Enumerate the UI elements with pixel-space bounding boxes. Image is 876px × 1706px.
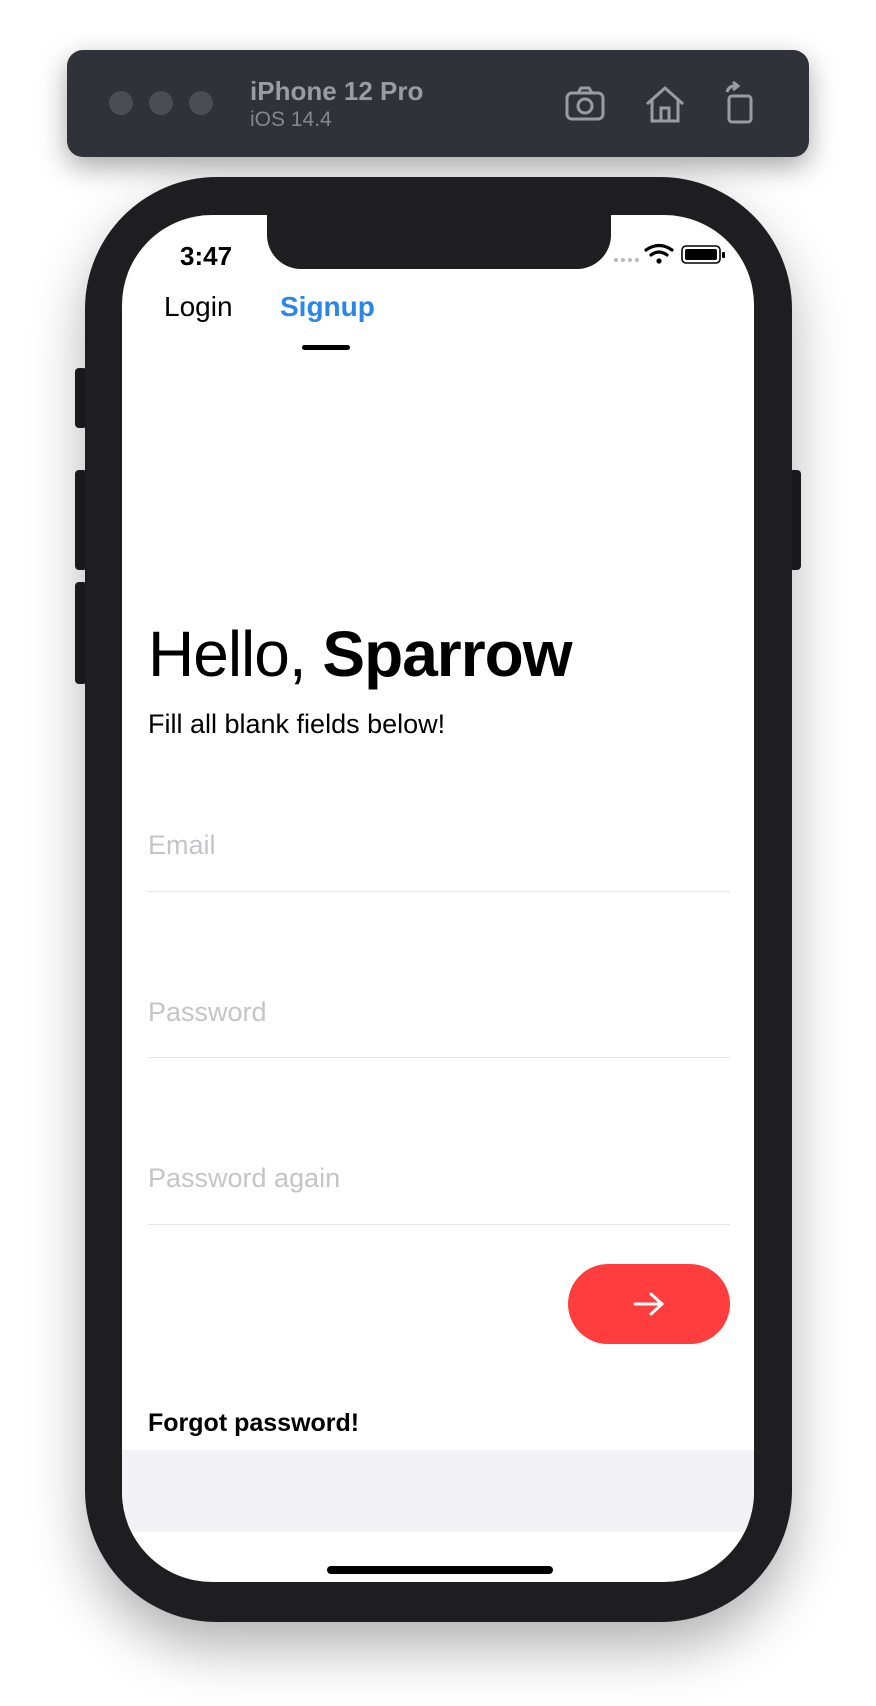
greeting-name: Sparrow	[322, 618, 572, 690]
home-icon[interactable]	[641, 80, 689, 128]
greeting-title: Hello, Sparrow	[148, 617, 572, 691]
phone-screen: 3:47 Login Signup Hello, Sparrow Fill al…	[122, 215, 754, 1582]
active-tab-indicator	[302, 345, 350, 350]
email-field[interactable]	[148, 823, 730, 867]
rotate-icon[interactable]	[717, 80, 765, 128]
wifi-icon	[644, 243, 674, 264]
tab-login[interactable]: Login	[164, 291, 233, 323]
password-underline	[148, 1057, 730, 1058]
password-field[interactable]	[148, 990, 730, 1034]
simulator-toolbar: iPhone 12 Pro iOS 14.4	[67, 50, 809, 157]
email-underline	[148, 891, 730, 892]
status-icons	[614, 243, 725, 264]
signal-icon	[614, 258, 639, 262]
battery-icon	[681, 245, 725, 264]
device-name: iPhone 12 Pro	[250, 76, 424, 106]
forgot-password-link[interactable]: Forgot password!	[148, 1409, 359, 1438]
home-indicator[interactable]	[327, 1566, 553, 1574]
window-close-button[interactable]	[109, 91, 133, 115]
greeting-subtitle: Fill all blank fields below!	[148, 709, 446, 739]
tab-signup[interactable]: Signup	[280, 291, 375, 323]
window-minimize-button[interactable]	[149, 91, 173, 115]
screenshot-camera-icon[interactable]	[561, 80, 609, 128]
window-zoom-button[interactable]	[189, 91, 213, 115]
arrow-right-icon	[633, 1292, 664, 1316]
bottom-band	[122, 1450, 754, 1532]
password-again-underline	[148, 1224, 730, 1225]
notch	[267, 215, 611, 269]
greeting-hello: Hello,	[148, 618, 323, 690]
status-time: 3:47	[180, 241, 233, 271]
os-version: iOS 14.4	[250, 108, 332, 131]
password-again-field[interactable]	[148, 1156, 730, 1200]
submit-button[interactable]	[568, 1264, 730, 1344]
